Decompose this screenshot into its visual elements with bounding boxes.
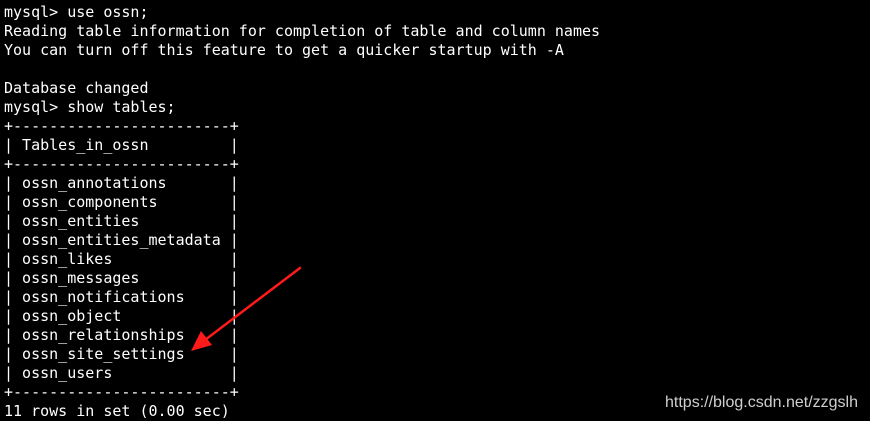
info-message: Reading table information for completion… [4,22,601,40]
row-count-summary: 11 rows in set (0.00 sec) [4,402,230,420]
table-row: | ossn_components | [4,193,239,211]
table-row: | ossn_object | [4,307,239,325]
table-row: | ossn_entities_metadata | [4,231,239,249]
table-border: +------------------------+ [4,117,239,135]
table-row: | ossn_likes | [4,250,239,268]
status-message: Database changed [4,79,149,97]
table-row: | ossn_relationships | [4,326,239,344]
table-border: +------------------------+ [4,383,239,401]
terminal-output: mysql> use ossn; Reading table informati… [4,3,600,421]
terminal-window[interactable]: mysql> use ossn; Reading table informati… [0,0,870,421]
info-message: You can turn off this feature to get a q… [4,41,564,59]
table-header: | Tables_in_ossn | [4,136,239,154]
table-border: +------------------------+ [4,155,239,173]
table-row: | ossn_entities | [4,212,239,230]
prompt-show-tables-command: mysql> show tables; [4,98,176,116]
table-row-highlighted: | ossn_site_settings | [4,345,239,363]
table-row: | ossn_annotations | [4,174,239,192]
prompt-use-command: mysql> use ossn; [4,3,149,21]
table-row: | ossn_messages | [4,269,239,287]
table-row: | ossn_users | [4,364,239,382]
watermark: https://blog.csdn.net/zzgslh [665,394,858,411]
table-row: | ossn_notifications | [4,288,239,306]
